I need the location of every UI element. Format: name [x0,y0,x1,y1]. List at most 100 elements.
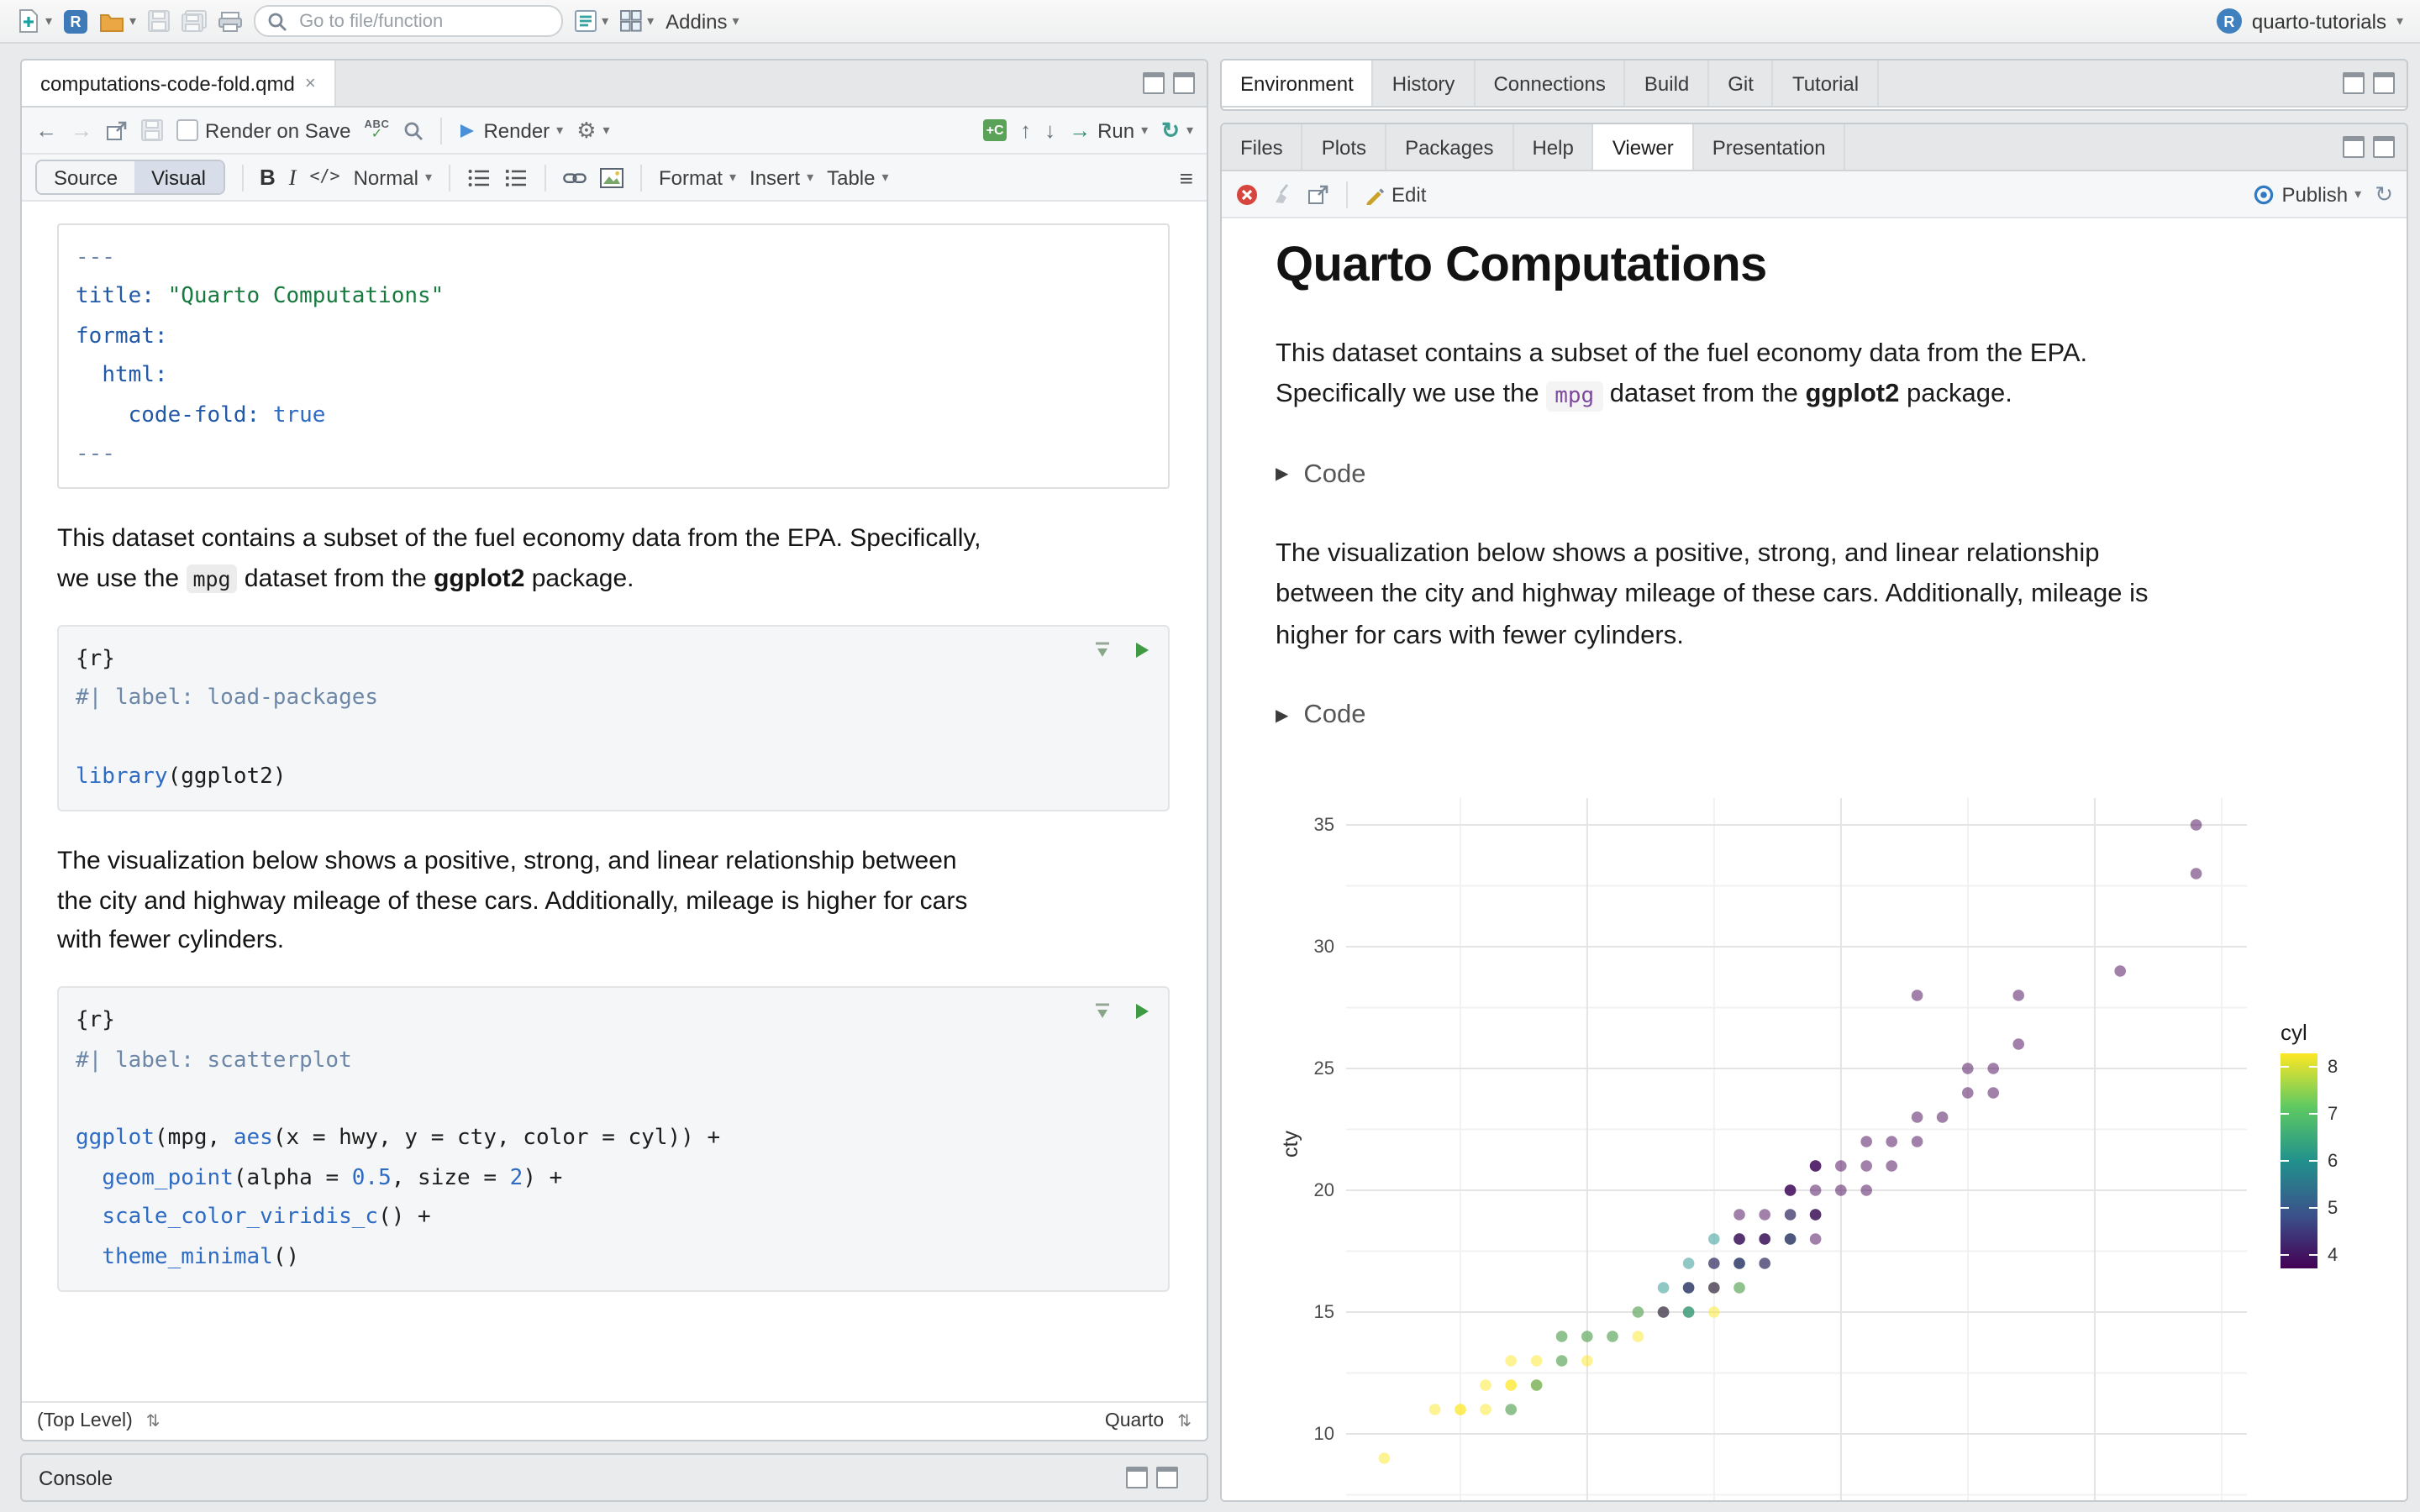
svg-text:10: 10 [1314,1424,1334,1445]
yaml-block[interactable]: --- title: "Quarto Computations" format: h… [57,223,1170,490]
code-fold-toggle[interactable]: ▶ Code [1276,701,2356,732]
tab-help[interactable]: Help [1513,124,1594,170]
pane-layout-button[interactable]: ▾ [620,10,654,32]
addins-menu[interactable]: Addins ▾ [666,9,739,33]
new-file-button[interactable]: ▾ [17,8,52,34]
publish-icon [2251,182,2275,206]
edit-button[interactable]: Edit [1365,182,1426,206]
run-chunks-above-icon[interactable] [1092,1001,1113,1021]
minimize-pane-icon[interactable] [1126,1467,1148,1488]
forward-icon[interactable]: → [71,119,92,141]
goto-file-search[interactable] [254,5,564,37]
minimize-pane-icon[interactable] [2343,72,2365,94]
source-mode-button[interactable]: Source [37,161,135,193]
print-icon[interactable] [218,11,243,31]
open-file-button[interactable]: ▾ [99,11,136,31]
editor-tab[interactable]: computations-code-fold.qmd × [22,60,336,106]
minimize-pane-icon[interactable] [2343,136,2365,158]
minimize-pane-icon[interactable] [1143,72,1165,94]
next-chunk-icon[interactable]: ↓ [1044,119,1055,141]
open-in-browser-icon[interactable] [1307,184,1329,204]
code-chunk-scatterplot[interactable]: {r} #| label: scatterplot ggplot(mpg, aes… [57,986,1170,1292]
gear-icon: ⚙ [576,117,597,142]
tab-history[interactable]: History [1374,60,1476,106]
tab-viewer[interactable]: Viewer [1593,124,1694,170]
format-menu[interactable]: Format ▾ [659,165,736,189]
publish-button[interactable]: Publish ▾ [2251,182,2361,206]
new-project-icon[interactable]: R [64,9,88,33]
save-icon[interactable] [148,10,171,32]
compile-report-button[interactable]: ▾ [575,10,608,32]
tab-connections[interactable]: Connections [1475,60,1626,106]
open-folder-icon [99,11,124,31]
italic-button[interactable]: I [289,164,297,191]
tab-plots[interactable]: Plots [1303,124,1387,170]
code-format-button[interactable]: </> [309,168,339,186]
maximize-pane-icon[interactable] [1173,72,1195,94]
addins-label: Addins [666,9,728,33]
run-button[interactable]: → Run ▾ [1069,118,1148,143]
maximize-pane-icon[interactable] [1156,1467,1178,1488]
run-chunks-above-icon[interactable] [1092,640,1113,660]
popout-icon[interactable] [106,120,128,140]
find-icon[interactable] [402,120,423,140]
clear-viewer-broom-icon[interactable] [1272,183,1294,205]
prev-chunk-icon[interactable]: ↑ [1020,119,1031,141]
doc-format-selector[interactable]: Quarto ⇅ [1105,1411,1192,1431]
visual-mode-button[interactable]: Visual [134,161,223,193]
project-menu[interactable]: R quarto-tutorials ▾ [2216,8,2403,34]
environment-pane: Environment History Connections Build Gi… [1220,59,2408,111]
maximize-pane-icon[interactable] [2373,72,2395,94]
render-on-save-checkbox[interactable]: Render on Save [176,118,350,142]
insert-menu[interactable]: Insert ▾ [750,165,813,189]
svg-text:4: 4 [2328,1245,2338,1266]
bullet-list-icon[interactable] [467,167,491,187]
numbered-list-icon[interactable] [504,167,528,187]
maximize-pane-icon[interactable] [2373,136,2395,158]
save-icon[interactable] [141,119,163,141]
tab-tutorial[interactable]: Tutorial [1774,60,1880,106]
svg-text:5: 5 [2328,1198,2338,1219]
paragraph-style-menu[interactable]: Normal ▾ [354,165,432,189]
tab-packages[interactable]: Packages [1386,124,1514,170]
svg-text:30: 30 [1314,937,1334,958]
link-icon[interactable] [563,167,587,187]
save-all-icon[interactable] [182,10,208,32]
code-chunk-load-packages[interactable]: {r} #| label: load-packages library(ggplo… [57,624,1170,812]
run-chunk-icon[interactable] [1133,640,1151,660]
close-icon[interactable]: × [305,73,316,93]
run-icon: → [1069,118,1092,143]
editor-options-menu-icon[interactable]: ≡ [1180,164,1193,191]
svg-text:25: 25 [1314,1058,1334,1079]
rerun-icon: ↻ [1161,117,1180,142]
editor-statusbar: (Top Level) ⇅ Quarto ⇅ [22,1401,1207,1440]
visual-editor-surface[interactable]: --- title: "Quarto Computations" format: h… [22,202,1207,1401]
refresh-icon[interactable]: ↻ [2375,181,2393,207]
spellcheck-icon[interactable]: ABC ✓ [364,119,389,141]
table-menu[interactable]: Table ▾ [827,165,888,189]
insert-chunk-icon[interactable]: +C [983,119,1007,141]
tab-build[interactable]: Build [1626,60,1710,106]
svg-text:20: 20 [1314,1180,1334,1201]
back-icon[interactable]: ← [35,119,57,141]
rerun-button[interactable]: ↻ ▾ [1161,117,1193,144]
document-paragraph: The visualization below shows a positive… [1276,538,2149,650]
image-icon[interactable] [599,167,623,187]
tab-git[interactable]: Git [1709,60,1774,106]
render-settings-button[interactable]: ⚙ ▾ [576,117,609,144]
sort-arrows-icon: ⇅ [145,1412,160,1431]
render-button[interactable]: Render ▾ [458,118,563,142]
code-fold-toggle[interactable]: ▶ Code [1276,460,2356,491]
console-pane[interactable]: Console [20,1453,1208,1502]
stop-icon[interactable] [1235,182,1259,206]
tab-environment[interactable]: Environment [1222,60,1374,106]
tab-files[interactable]: Files [1222,124,1303,170]
scatterplot-figure: 10 15 20 25 30 35 cty cyl 8 7 6 5 4 [1276,775,2356,1500]
caret-down-icon: ▾ [2354,186,2362,201]
svg-text:6: 6 [2328,1151,2338,1172]
scope-selector[interactable]: (Top Level) ⇅ [37,1411,160,1431]
run-chunk-icon[interactable] [1133,1001,1151,1021]
goto-file-input[interactable] [296,9,522,33]
bold-button[interactable]: B [260,165,276,190]
tab-presentation[interactable]: Presentation [1694,124,1846,170]
